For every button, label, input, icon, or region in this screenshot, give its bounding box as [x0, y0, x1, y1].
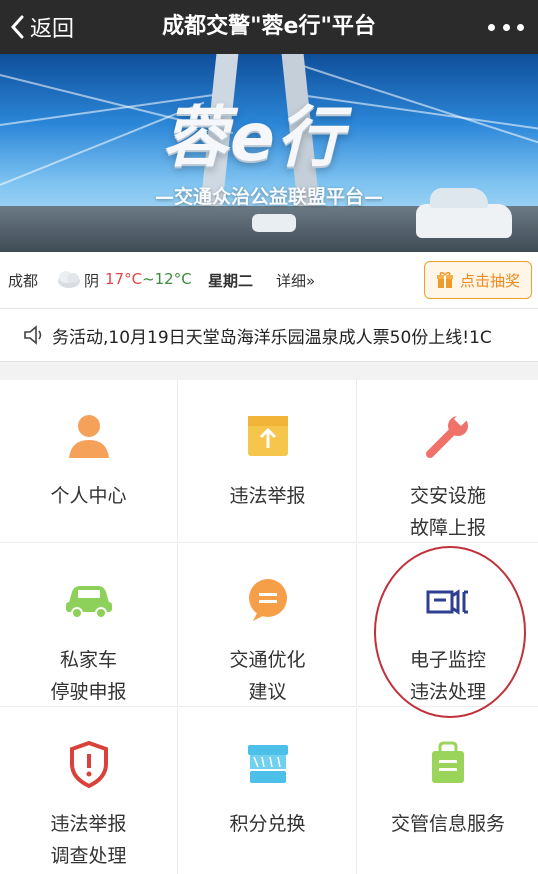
lottery-button[interactable]: 点击抽奖: [424, 261, 532, 299]
menu-item-facility-fault-report[interactable]: 交安设施 故障上报: [358, 380, 538, 543]
banner-brand: 蓉e行: [162, 99, 345, 176]
temp-high: 17°C: [105, 270, 143, 288]
menu-item-label: 交管信息服务: [390, 813, 505, 835]
service-grid: 个人中心 违法举报 交安设施 故障上报 私家车 停驶申报 交通优化 建议 电子监控 违法…: [0, 380, 538, 874]
menu-item-points-exchange[interactable]: 积分兑换: [179, 708, 357, 874]
menu-item-private-car-suspension[interactable]: 私家车 停驶申报: [0, 544, 178, 707]
menu-item-violation-investigation[interactable]: 违法举报 调查处理: [0, 708, 178, 874]
store-icon: [247, 745, 288, 783]
menu-item-label: 私家车: [59, 649, 117, 671]
chat-bubble-icon: [248, 579, 287, 621]
gift-icon: [436, 271, 453, 288]
weather-temperature: 17°C~12°C: [105, 270, 192, 288]
menu-item-label: 积分兑换: [229, 813, 306, 835]
menu-item-personal-center[interactable]: 个人中心: [0, 380, 178, 543]
person-icon: [68, 415, 109, 458]
upload-box-icon: [247, 416, 288, 456]
page-title: 成都交警"蓉e行"平台: [162, 14, 376, 39]
wrench-icon: [426, 412, 469, 458]
menu-item-label: 交安设施: [409, 485, 486, 507]
camera-icon: [426, 589, 468, 615]
more-dot-icon: [502, 23, 510, 31]
hero-banner[interactable]: 蓉e行 —交通众治公益联盟平台—: [0, 54, 538, 252]
car-icon: [65, 586, 112, 619]
more-dot-icon: [517, 23, 524, 31]
car-image: [416, 188, 512, 238]
menu-item-label-2: 故障上报: [409, 517, 486, 539]
menu-item-label-2: 违法处理: [409, 681, 486, 703]
weather-weekday: 星期二: [208, 272, 254, 290]
weather-city: 成都: [8, 272, 39, 290]
menu-item-label: 电子监控: [409, 649, 486, 671]
lottery-label: 点击抽奖: [459, 271, 520, 290]
weather-bar: 成都 阴 17°C~12°C 星期二 详细» 点击抽奖: [0, 252, 538, 309]
menu-item-label: 违法举报: [50, 813, 127, 835]
speaker-icon: [22, 323, 46, 351]
menu-item-label: 违法举报: [229, 485, 306, 507]
more-menu-button[interactable]: [488, 14, 524, 40]
menu-item-traffic-info-service[interactable]: 交管信息服务: [358, 708, 538, 874]
car-image: [252, 214, 296, 232]
document-bag-icon: [432, 741, 464, 783]
menu-item-label: 个人中心: [50, 485, 127, 507]
menu-item-label: 交通优化: [229, 649, 306, 671]
menu-item-electronic-monitoring[interactable]: 电子监控 违法处理: [358, 544, 538, 707]
menu-item-violation-report[interactable]: 违法举报: [179, 380, 357, 543]
menu-item-label-2: 建议: [248, 681, 287, 703]
weather-detail-link[interactable]: 详细»: [276, 270, 315, 291]
cloudy-icon: [56, 268, 82, 294]
menu-item-label-2: 调查处理: [50, 845, 127, 867]
banner-subtitle: —交通众治公益联盟平台—: [154, 186, 383, 208]
alert-shield-icon: [69, 740, 108, 788]
menu-item-traffic-suggestion[interactable]: 交通优化 建议: [179, 544, 357, 707]
notice-text: 务活动,10月19日天堂岛海洋乐园温泉成人票50份上线!1C: [52, 328, 492, 348]
menu-item-label-2: 停驶申报: [50, 681, 127, 703]
more-dot-icon: [488, 23, 495, 31]
weather-condition: 阴: [84, 272, 100, 290]
notice-bar[interactable]: 务活动,10月19日天堂岛海洋乐园温泉成人票50份上线!1C: [0, 309, 538, 362]
temp-low: 12°C: [154, 270, 192, 288]
temp-separator: ~: [142, 270, 155, 288]
top-bar: 返回 成都交警"蓉e行"平台: [0, 0, 538, 54]
